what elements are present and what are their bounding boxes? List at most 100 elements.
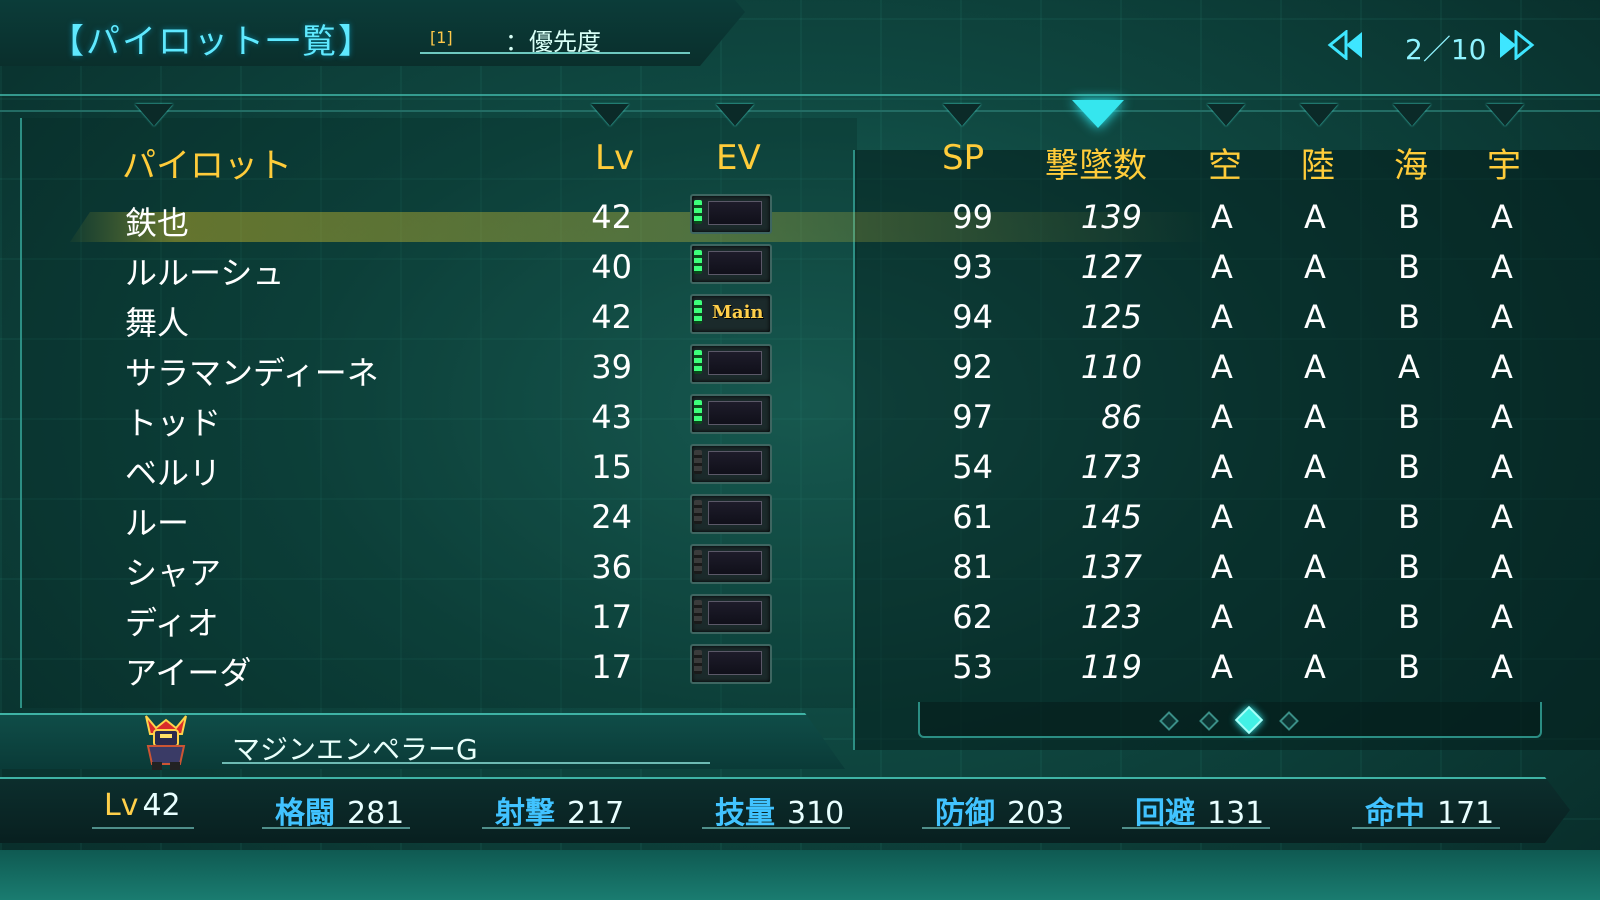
page-dot[interactable] (1199, 711, 1219, 731)
col-header-sp[interactable]: SP (942, 138, 984, 178)
stat-hit-label: 命中 (1365, 796, 1425, 831)
ev-slot-icon (690, 444, 772, 484)
ev-slot-icon (690, 344, 772, 384)
stat-underline (1352, 827, 1500, 829)
cell-sp: 97 (952, 398, 993, 436)
stat-evade-value: 131 (1207, 796, 1265, 831)
page-title: 【パイロット一覧】 (50, 22, 374, 62)
next-page-button[interactable] (1495, 28, 1537, 62)
cell-kills: 119 (1080, 648, 1142, 686)
cell-kills: 125 (1080, 298, 1142, 336)
ev-indicator (694, 200, 702, 224)
cell-kills: 110 (1080, 348, 1142, 386)
cell-land: A (1304, 648, 1326, 686)
cell-name: サラマンディーネ (125, 354, 379, 392)
cell-lv: 17 (591, 648, 632, 686)
cell-lv: 24 (591, 498, 632, 536)
sort-arrow-sp[interactable] (943, 104, 981, 126)
ev-screen (708, 501, 762, 525)
cell-land: A (1304, 348, 1326, 386)
page-dot[interactable] (1279, 711, 1299, 731)
cell-sea: B (1398, 198, 1420, 236)
cell-land: A (1304, 298, 1326, 336)
sort-arrow-kills[interactable] (1072, 100, 1124, 128)
col-header-sea[interactable]: 海 (1394, 138, 1428, 187)
page-dot-active[interactable] (1234, 705, 1264, 735)
cell-land: A (1304, 548, 1326, 586)
cell-space: A (1491, 448, 1513, 486)
cell-sea: B (1398, 498, 1420, 536)
cell-air: A (1211, 498, 1233, 536)
ev-main-label: Main (712, 302, 764, 323)
ev-indicator (694, 500, 702, 524)
cell-name: ディオ (125, 604, 219, 642)
ev-indicator (694, 250, 702, 274)
ev-indicator (694, 550, 702, 574)
cell-kills: 123 (1080, 598, 1142, 636)
stat-defense-value: 203 (1007, 796, 1065, 831)
cell-land: A (1304, 248, 1326, 286)
cell-sp: 92 (952, 348, 993, 386)
cell-lv: 17 (591, 598, 632, 636)
sort-arrow-space[interactable] (1486, 104, 1524, 126)
col-header-pilot[interactable]: パイロット (122, 138, 292, 187)
cell-sea: A (1398, 348, 1420, 386)
stat-ranged: 射撃 217 (495, 788, 624, 832)
cell-name: ベルリ (125, 454, 222, 492)
cell-sea: B (1398, 448, 1420, 486)
col-header-land[interactable]: 陸 (1301, 138, 1335, 187)
stat-underline (922, 827, 1070, 829)
page-dot[interactable] (1159, 711, 1179, 731)
stat-hit: 命中 171 (1365, 788, 1494, 832)
cell-kills: 173 (1080, 448, 1142, 486)
cell-air: A (1211, 648, 1233, 686)
sort-arrow-air[interactable] (1207, 104, 1245, 126)
col-header-space[interactable]: 宇 (1487, 138, 1521, 187)
page-dots (918, 702, 1542, 738)
col-header-lv[interactable]: Lv (595, 138, 634, 178)
cell-sea: B (1398, 648, 1420, 686)
stat-melee-value: 281 (347, 796, 405, 831)
cell-kills: 137 (1080, 548, 1142, 586)
cell-space: A (1491, 348, 1513, 386)
cell-space: A (1491, 498, 1513, 536)
stat-defense: 防御 203 (935, 788, 1064, 832)
sort-arrow-ev[interactable] (716, 104, 754, 126)
cell-name: アイーダ (125, 654, 252, 692)
col-header-kills[interactable]: 撃墜数 (1045, 138, 1147, 187)
stat-lv-value: 42 (142, 788, 181, 823)
col-header-air[interactable]: 空 (1208, 138, 1242, 187)
col-header-ev[interactable]: EV (716, 138, 761, 178)
stat-underline (1122, 827, 1270, 829)
cell-land: A (1304, 598, 1326, 636)
cell-sp: 53 (952, 648, 993, 686)
cell-lv: 42 (591, 298, 632, 336)
cell-land: A (1304, 398, 1326, 436)
cell-sp: 99 (952, 198, 993, 236)
cell-sp: 81 (952, 548, 993, 586)
sort-arrow-pilot[interactable] (135, 104, 173, 126)
ev-slot-icon (690, 394, 772, 434)
stat-defense-label: 防御 (935, 796, 995, 831)
cell-space: A (1491, 548, 1513, 586)
prev-page-button[interactable] (1325, 28, 1367, 62)
stat-ranged-value: 217 (567, 796, 625, 831)
cell-sea: B (1398, 298, 1420, 336)
cell-sea: B (1398, 398, 1420, 436)
cell-air: A (1211, 398, 1233, 436)
stat-underline (702, 827, 850, 829)
sort-underline (420, 52, 690, 54)
cell-land: A (1304, 198, 1326, 236)
sort-arrow-land[interactable] (1300, 104, 1338, 126)
cell-air: A (1211, 448, 1233, 486)
cell-space: A (1491, 398, 1513, 436)
sort-arrow-sea[interactable] (1393, 104, 1431, 126)
cell-kills: 86 (1101, 398, 1142, 436)
cell-lv: 36 (591, 548, 632, 586)
ev-indicator (694, 350, 702, 374)
sort-arrow-lv[interactable] (591, 104, 629, 126)
ev-screen (708, 451, 762, 475)
stat-hit-value: 171 (1437, 796, 1495, 831)
cell-sp: 61 (952, 498, 993, 536)
ev-indicator (694, 400, 702, 424)
